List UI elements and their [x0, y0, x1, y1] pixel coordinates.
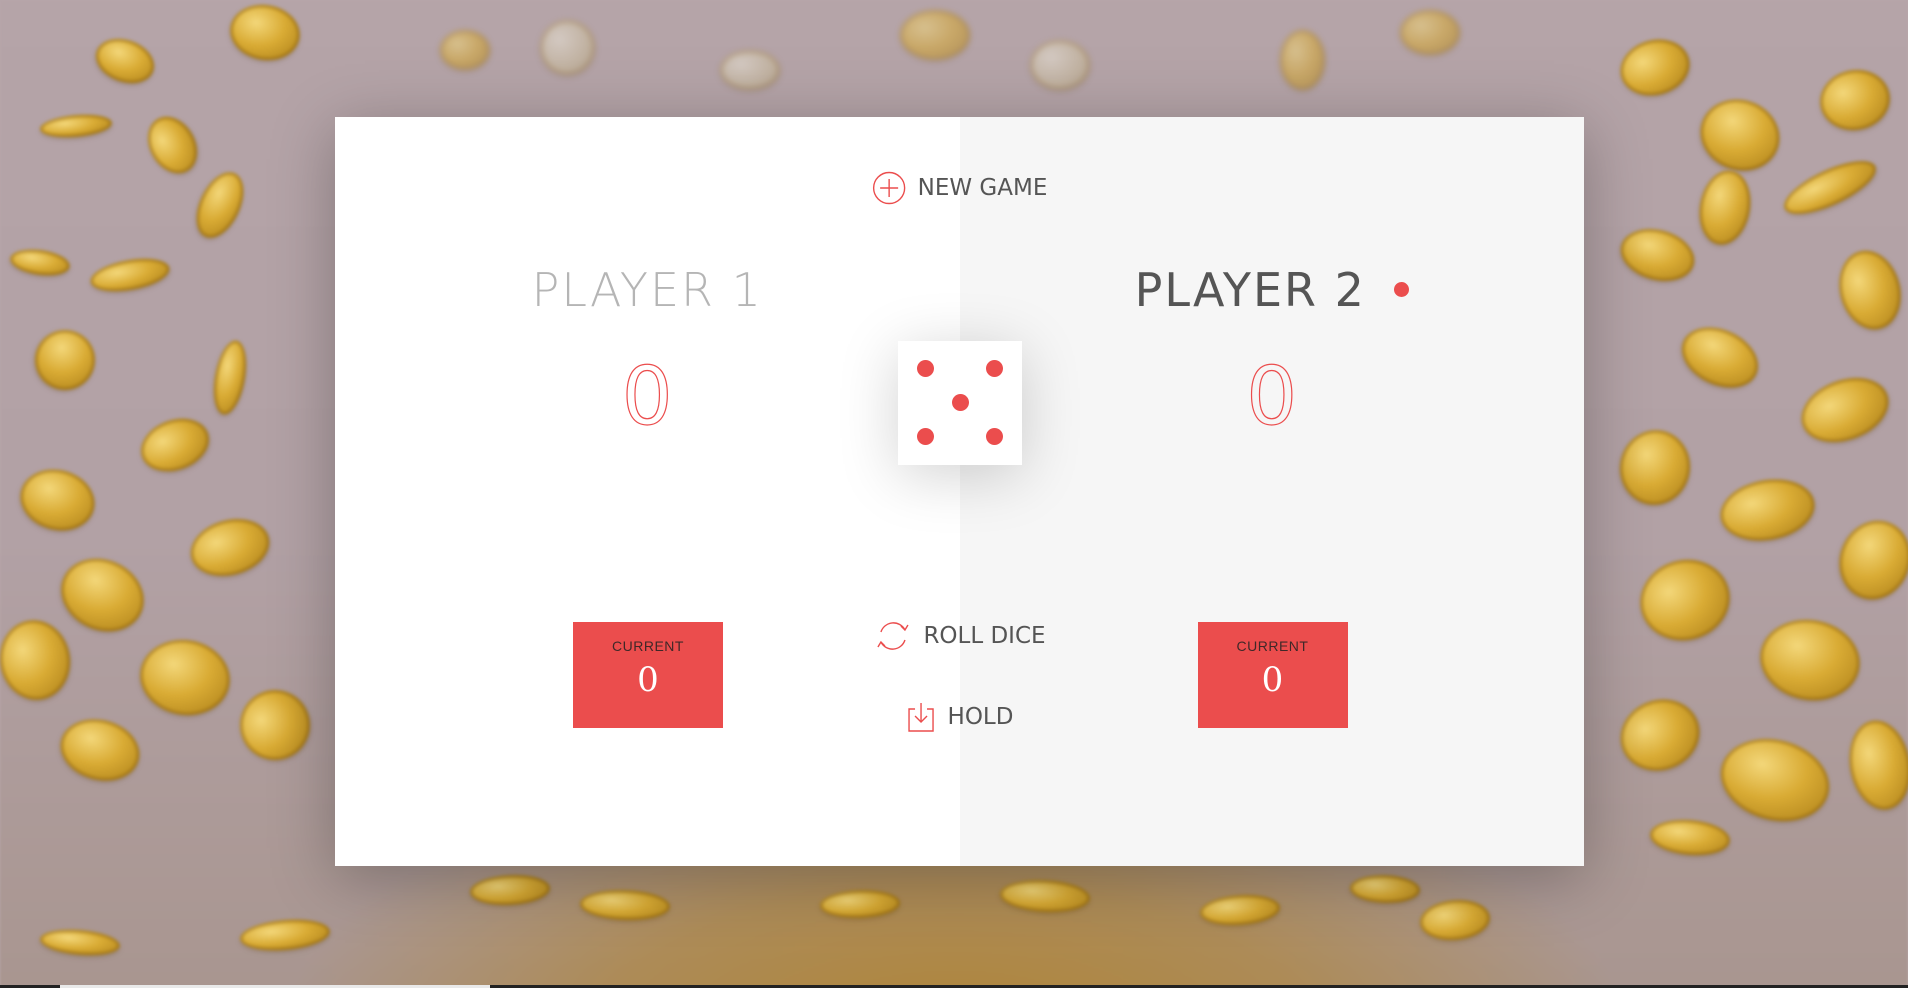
player-1-score: 0 [621, 350, 673, 443]
dice [898, 341, 1022, 465]
player-2-panel: PLAYER 2 0 CURRENT 0 [959, 117, 1585, 866]
player-1-current-score: 0 [637, 660, 659, 700]
dice-pip [917, 360, 934, 377]
player-2-name-text: PLAYER 2 [1134, 263, 1366, 317]
roll-dice-button[interactable]: ROLL DICE [873, 618, 1046, 654]
player-2-score: 0 [1246, 350, 1298, 443]
roll-dice-label: ROLL DICE [923, 623, 1046, 649]
player-2-current-box: CURRENT 0 [1197, 622, 1348, 728]
dice-pip [917, 428, 934, 445]
hold-label: HOLD [947, 704, 1014, 730]
player-1-panel: PLAYER 1 0 CURRENT 0 [335, 117, 960, 866]
plus-circle-icon [872, 171, 906, 205]
coin-decoration [900, 10, 970, 60]
download-icon [906, 701, 936, 733]
hold-button[interactable]: HOLD [906, 701, 1014, 733]
coin-decoration [720, 50, 780, 90]
player-2-current-label: CURRENT [1236, 638, 1309, 654]
coin-decoration [540, 20, 595, 75]
player-2-current-score: 0 [1261, 660, 1284, 700]
new-game-label: NEW GAME [917, 175, 1048, 201]
dice-pip [986, 360, 1003, 377]
dice-pip [986, 428, 1003, 445]
new-game-button[interactable]: NEW GAME [872, 171, 1048, 205]
refresh-icon [873, 618, 911, 654]
player-1-current-box: CURRENT 0 [573, 622, 723, 728]
coin-decoration [440, 30, 490, 70]
game-board: PLAYER 1 0 CURRENT 0 PLAYER 2 0 CURRENT … [335, 117, 1584, 866]
coin-decoration [1030, 40, 1090, 90]
player-1-name: PLAYER 1 [335, 267, 960, 313]
player-1-current-label: CURRENT [612, 638, 684, 654]
coin-decoration [1280, 30, 1325, 90]
coin-decoration [1400, 10, 1460, 55]
player-2-name: PLAYER 2 [960, 267, 1585, 313]
dice-pip [952, 394, 969, 411]
player-1-name-text: PLAYER 1 [531, 263, 763, 317]
active-player-dot [1393, 282, 1409, 297]
